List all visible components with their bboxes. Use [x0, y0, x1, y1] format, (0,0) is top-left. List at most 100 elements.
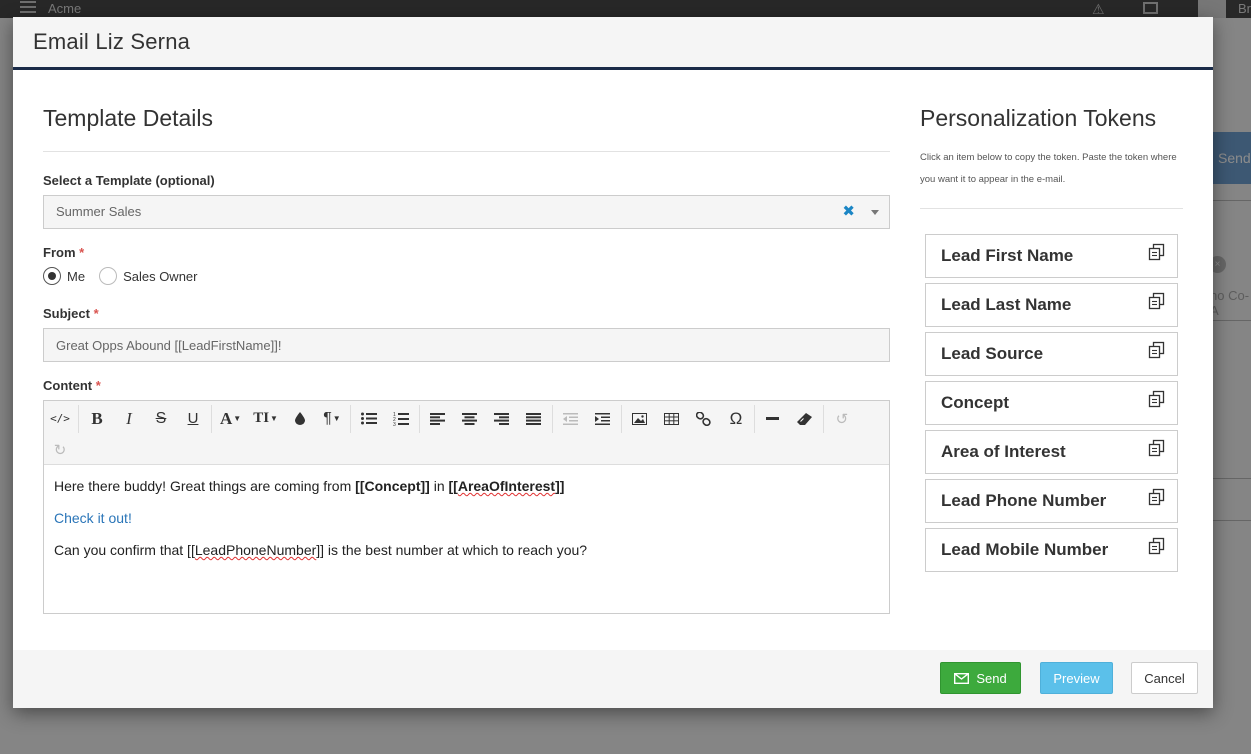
send-button[interactable]: Send — [940, 662, 1021, 694]
bold-icon[interactable]: B — [81, 404, 113, 434]
from-sales-owner-radio[interactable] — [99, 267, 118, 285]
toolbar-row: ↻ — [44, 434, 889, 465]
token-label: Lead First Name — [941, 246, 1074, 265]
strikethrough-icon[interactable]: S — [145, 404, 177, 434]
content-label-text: Content — [43, 378, 93, 393]
code-view-icon[interactable]: </> — [44, 404, 76, 434]
personalization-tokens-panel: Personalization Tokens Click an item bel… — [920, 105, 1183, 577]
indent-icon[interactable] — [587, 404, 619, 434]
horizontal-rule-icon[interactable] — [757, 404, 789, 434]
template-details-panel: Template Details Select a Template (opti… — [43, 105, 890, 614]
token-item[interactable]: Lead Last Name — [925, 283, 1178, 327]
divider — [211, 404, 212, 433]
copy-icon[interactable] — [1148, 341, 1166, 359]
content-text: Here there buddy! Great things are comin… — [54, 478, 356, 494]
highlight-drop-icon[interactable] — [284, 404, 316, 434]
token-item[interactable]: Concept — [925, 381, 1178, 425]
svg-text:3: 3 — [393, 422, 396, 426]
token-item[interactable]: Lead Mobile Number — [925, 528, 1178, 572]
preview-button[interactable]: Preview — [1040, 662, 1113, 694]
token-item[interactable]: Area of Interest — [925, 430, 1178, 474]
from-me-label[interactable]: Me — [67, 269, 85, 284]
email-content-editor[interactable]: Here there buddy! Great things are comin… — [44, 465, 889, 613]
clear-icon[interactable]: ✖ — [842, 202, 855, 220]
divider — [43, 151, 890, 152]
divider — [418, 404, 420, 433]
token-item[interactable]: Lead First Name — [925, 234, 1178, 278]
token-label: Lead Phone Number — [941, 491, 1107, 510]
token-bracket: [[ — [448, 478, 458, 494]
required-marker: * — [95, 378, 101, 393]
check-it-out-link[interactable]: Check it out — [54, 510, 128, 526]
content-line: Can you confirm that [[LeadPhoneNumber]]… — [54, 542, 879, 558]
token-item[interactable]: Lead Source — [925, 332, 1178, 376]
paragraph-icon[interactable]: ¶ ▼ — [316, 404, 348, 434]
divider — [920, 208, 1183, 209]
from-me-radio[interactable] — [43, 267, 61, 285]
font-size-icon[interactable]: TI ▼ — [247, 404, 284, 434]
link-icon[interactable] — [688, 404, 720, 434]
justify-icon[interactable] — [518, 404, 550, 434]
outdent-icon[interactable] — [555, 404, 587, 434]
tokens-hint: Click an item below to copy the token. P… — [920, 152, 1177, 185]
image-icon[interactable] — [624, 404, 656, 434]
special-character-icon[interactable]: Ω — [720, 404, 752, 434]
divider — [78, 404, 79, 433]
token-label: Lead Last Name — [941, 295, 1072, 314]
content-text: in — [429, 478, 449, 494]
content-label: Content * — [43, 378, 890, 393]
divider — [620, 404, 622, 433]
concept-token: [[Concept]] — [355, 478, 430, 494]
content-text: Can you confirm that [[ — [54, 542, 195, 558]
copy-icon[interactable] — [1148, 439, 1166, 457]
subject-input[interactable]: Great Opps Abound [[LeadFirstName]]! — [43, 328, 890, 362]
required-marker: * — [79, 245, 85, 260]
template-details-heading: Template Details — [43, 105, 214, 131]
token-bracket: ]] — [555, 478, 565, 494]
eraser-icon[interactable] — [789, 404, 821, 434]
from-sales-owner-label[interactable]: Sales Owner — [123, 269, 197, 284]
token-item[interactable]: Lead Phone Number — [925, 479, 1178, 523]
underline-icon[interactable]: U — [177, 404, 209, 434]
content-text: ! — [127, 510, 132, 526]
token-label: Concept — [941, 393, 1009, 412]
copy-icon[interactable] — [1148, 292, 1166, 310]
token-label: Area of Interest — [941, 442, 1066, 461]
bullet-list-icon[interactable] — [353, 404, 385, 434]
content-line: Here there buddy! Great things are comin… — [54, 478, 879, 494]
copy-icon[interactable] — [1148, 243, 1166, 261]
font-color-icon[interactable]: A ▼ — [214, 404, 247, 434]
table-icon[interactable] — [656, 404, 688, 434]
content-line: Check it out! — [54, 510, 879, 526]
align-right-icon[interactable] — [486, 404, 518, 434]
divider — [822, 404, 824, 433]
template-select-value: Summer Sales — [56, 204, 142, 219]
required-marker: * — [93, 306, 99, 321]
editor-toolbar: </> B I S U A ▼ TI ▼ ¶ ▼ 1 2 3 Ω ↺ ↻ — [44, 401, 889, 465]
content-text: ]] is the best number at which to reach … — [316, 542, 588, 558]
undo-icon[interactable]: ↺ — [826, 404, 858, 434]
toolbar-row: </> B I S U A ▼ TI ▼ ¶ ▼ 1 2 3 Ω ↺ — [44, 403, 889, 434]
token-label: Lead Mobile Number — [941, 540, 1109, 559]
send-button-label: Send — [976, 670, 1007, 686]
modal-footer: Send Preview Cancel — [13, 650, 1213, 708]
subject-label-text: Subject — [43, 306, 90, 321]
divider — [349, 404, 351, 433]
copy-icon[interactable] — [1148, 488, 1166, 506]
cancel-button[interactable]: Cancel — [1131, 662, 1198, 694]
align-center-icon[interactable] — [454, 404, 486, 434]
italic-icon[interactable]: I — [113, 404, 145, 434]
email-modal: Email Liz Serna Template Details Select … — [13, 17, 1213, 708]
from-label-text: From — [43, 245, 76, 260]
copy-icon[interactable] — [1148, 537, 1166, 555]
envelope-icon — [954, 672, 970, 684]
numbered-list-icon[interactable]: 123 — [385, 404, 417, 434]
redo-icon[interactable]: ↻ — [44, 435, 76, 465]
template-select[interactable]: Summer Sales ✖ — [43, 195, 890, 229]
token-list: Lead First Name Lead Last Name Lead Source… — [925, 234, 1183, 572]
align-left-icon[interactable] — [422, 404, 454, 434]
divider — [551, 404, 553, 433]
divider — [753, 404, 755, 433]
chevron-down-icon[interactable] — [871, 210, 879, 215]
copy-icon[interactable] — [1148, 390, 1166, 408]
